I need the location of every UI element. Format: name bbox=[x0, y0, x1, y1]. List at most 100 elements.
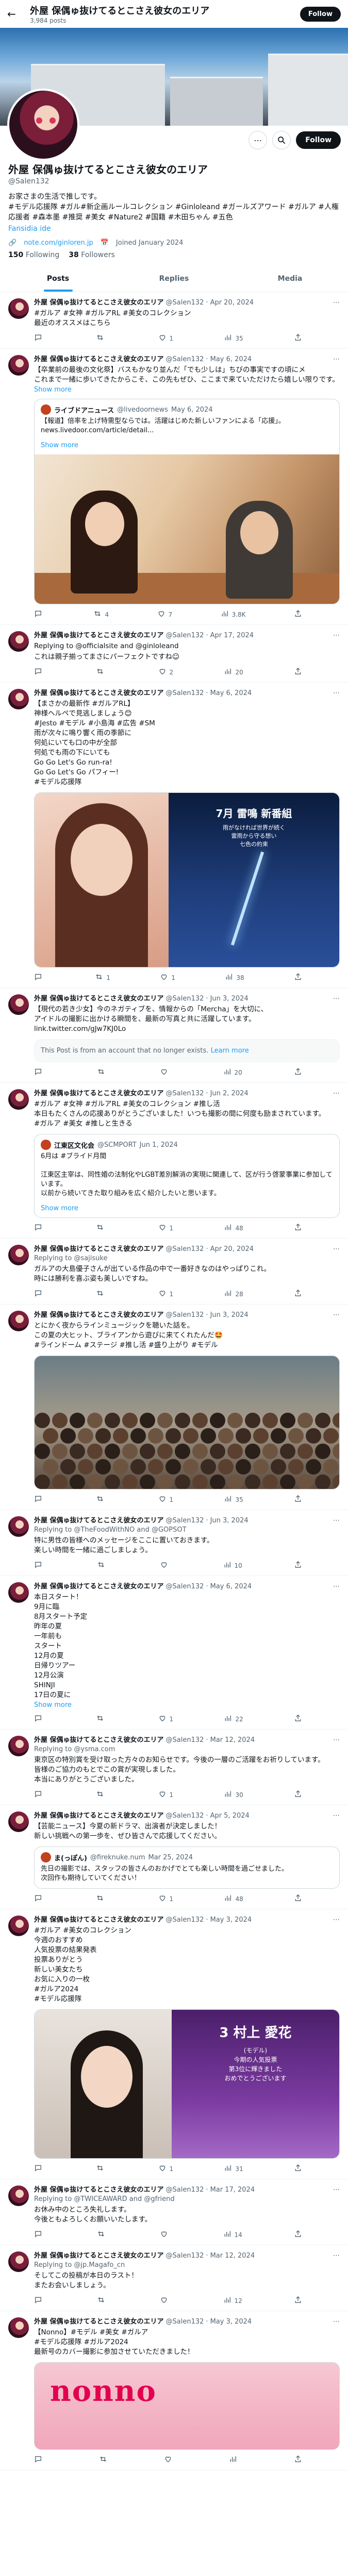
reply-button[interactable] bbox=[34, 1561, 45, 1570]
post-author-name[interactable]: 外屋 保偶ゅ抜けてるとこさえ彼女のエリア bbox=[34, 1245, 164, 1254]
post-image[interactable] bbox=[35, 454, 339, 604]
quoted-post[interactable]: ま(っぽん) @fireknuke.num Mar 25, 2024 先日の撮影では、… bbox=[34, 1846, 340, 1889]
share-button[interactable] bbox=[294, 973, 302, 982]
post[interactable]: 外屋 保偶ゅ抜けてるとこさえ彼女のエリア @Salen132 · Jun 3, 202… bbox=[0, 1304, 348, 1510]
reply-button[interactable] bbox=[34, 1894, 45, 1904]
repost-button[interactable]: 1 bbox=[95, 973, 110, 982]
repost-button[interactable] bbox=[96, 1790, 107, 1800]
repost-button[interactable] bbox=[97, 2296, 108, 2306]
views-button[interactable]: 30 bbox=[224, 1790, 243, 1800]
like-button[interactable]: 1 bbox=[158, 2164, 173, 2174]
like-button[interactable]: 1 bbox=[158, 1894, 173, 1904]
like-button[interactable]: 1 bbox=[158, 1223, 173, 1233]
reply-button[interactable] bbox=[34, 609, 45, 619]
post-date[interactable]: May 6, 2024 bbox=[210, 1582, 252, 1591]
following-stat[interactable]: 150 Following bbox=[8, 251, 59, 259]
post-date[interactable]: Mar 12, 2024 bbox=[210, 2251, 255, 2261]
views-button[interactable]: 38 bbox=[225, 973, 244, 982]
post-date[interactable]: Apr 20, 2024 bbox=[210, 1245, 254, 1254]
post-avatar[interactable] bbox=[8, 2317, 29, 2338]
share-button[interactable] bbox=[294, 1790, 302, 1800]
views-button[interactable]: 3.8K bbox=[221, 609, 246, 619]
post-avatar[interactable] bbox=[8, 1582, 29, 1603]
share-button[interactable] bbox=[294, 1223, 302, 1233]
views-button[interactable]: 48 bbox=[224, 1894, 243, 1904]
share-button[interactable] bbox=[294, 1067, 302, 1077]
post-avatar[interactable] bbox=[8, 689, 29, 709]
reply-to[interactable]: Replying to @sajisuke bbox=[34, 1254, 340, 1263]
share-button[interactable] bbox=[294, 609, 302, 619]
post-author-name[interactable]: 外屋 保偶ゅ抜けてるとこさえ彼女のエリア bbox=[34, 1582, 164, 1591]
reply-to[interactable]: Replying to @ysma.com bbox=[34, 1745, 340, 1754]
views-button[interactable]: 35 bbox=[224, 1495, 243, 1504]
repost-button[interactable] bbox=[96, 1714, 107, 1724]
search-icon[interactable] bbox=[272, 131, 291, 149]
quoted-post[interactable]: 江東区文化会 @SCMPORT Jun 1, 2024 6月は #ブライド月間 江東区… bbox=[34, 1134, 340, 1218]
more-icon[interactable]: ⋯ bbox=[333, 1916, 340, 1925]
post[interactable]: 外屋 保偶ゅ抜けてるとこさえ彼女のエリア @Salen132 · Apr 20, 20… bbox=[0, 1239, 348, 1304]
post-author-name[interactable]: 外屋 保偶ゅ抜けてるとこさえ彼女のエリア bbox=[34, 631, 164, 640]
post[interactable]: 外屋 保偶ゅ抜けてるとこさえ彼女のエリア @Salen132 · May 6, 202… bbox=[0, 349, 348, 625]
post-author-name[interactable]: 外屋 保偶ゅ抜けてるとこさえ彼女のエリア bbox=[34, 689, 164, 698]
post-author-name[interactable]: 外屋 保偶ゅ抜けてるとこさえ彼女のエリア bbox=[34, 1311, 164, 1320]
post[interactable]: 外屋 保偶ゅ抜けてるとこさえ彼女のエリア @Salen132 · May 6, 202… bbox=[0, 683, 348, 988]
like-button[interactable]: 1 bbox=[158, 1495, 173, 1504]
like-button[interactable]: 1 bbox=[160, 973, 175, 982]
repost-button[interactable]: 4 bbox=[93, 609, 109, 619]
more-icon[interactable]: ⋯ bbox=[333, 1582, 340, 1591]
views-button[interactable]: 14 bbox=[223, 2230, 242, 2240]
views-button[interactable]: 35 bbox=[224, 333, 243, 343]
reply-button[interactable] bbox=[34, 2230, 45, 2240]
post-avatar[interactable] bbox=[8, 1916, 29, 1936]
like-button[interactable]: 1 bbox=[158, 1289, 173, 1299]
more-icon[interactable]: ⋯ bbox=[333, 2251, 340, 2261]
reply-to[interactable]: Replying to @TWICEAWARD and @gfriend bbox=[34, 2195, 340, 2204]
follow-button[interactable]: Follow bbox=[296, 131, 341, 149]
post-date[interactable]: Jun 3, 2024 bbox=[210, 994, 248, 1004]
follow-button-top[interactable]: Follow bbox=[300, 6, 341, 22]
reply-button[interactable] bbox=[34, 667, 45, 677]
post-author-name[interactable]: 外屋 保偶ゅ抜けてるとこさえ彼女のエリア bbox=[34, 1811, 164, 1821]
post-author-name[interactable]: 外屋 保偶ゅ抜けてるとこさえ彼女のエリア bbox=[34, 2185, 164, 2195]
post-date[interactable]: Apr 20, 2024 bbox=[210, 298, 254, 308]
more-icon[interactable]: ⋯ bbox=[333, 1245, 340, 1254]
like-button[interactable]: 1 bbox=[158, 333, 173, 343]
more-icon[interactable]: ⋯ bbox=[333, 355, 340, 364]
post[interactable]: 外屋 保偶ゅ抜けてるとこさえ彼女のエリア @Salen132 · Apr 20, 20… bbox=[0, 292, 348, 349]
like-button[interactable] bbox=[164, 2455, 175, 2465]
like-button[interactable] bbox=[160, 2296, 171, 2306]
post[interactable]: 外屋 保偶ゅ抜けてるとこさえ彼女のエリア @Salen132 · Apr 17, 20… bbox=[0, 625, 348, 683]
post-avatar[interactable] bbox=[8, 1245, 29, 1265]
post-avatar[interactable] bbox=[8, 298, 29, 319]
views-button[interactable]: 10 bbox=[223, 1561, 242, 1570]
followers-stat[interactable]: 38 Followers bbox=[69, 251, 115, 259]
post-avatar[interactable] bbox=[8, 355, 29, 376]
views-button[interactable]: 31 bbox=[224, 2164, 243, 2174]
post-avatar[interactable] bbox=[8, 1516, 29, 1537]
post-author-name[interactable]: 外屋 保偶ゅ抜けてるとこさえ彼女のエリア bbox=[34, 1736, 164, 1745]
like-button[interactable] bbox=[160, 2230, 171, 2240]
post-date[interactable]: May 6, 2024 bbox=[210, 355, 252, 364]
quote-show-more[interactable]: Show more bbox=[35, 1205, 339, 1217]
arrow-left-icon[interactable]: ← bbox=[7, 8, 19, 20]
more-icon[interactable]: ⋯ bbox=[333, 1516, 340, 1526]
reply-button[interactable] bbox=[34, 1223, 45, 1233]
post-date[interactable]: May 6, 2024 bbox=[210, 689, 252, 698]
more-icon[interactable]: ⋯ bbox=[333, 1736, 340, 1745]
post-date[interactable]: Mar 17, 2024 bbox=[210, 2185, 255, 2195]
like-button[interactable]: 1 bbox=[158, 1714, 173, 1724]
post[interactable]: 外屋 保偶ゅ抜けてるとこさえ彼女のエリア @Salen132 · Mar 17, 20… bbox=[0, 2179, 348, 2245]
post-image[interactable]: nonno bbox=[34, 2362, 340, 2450]
post-author-name[interactable]: 外屋 保偶ゅ抜けてるとこさえ彼女のエリア bbox=[34, 355, 164, 364]
more-icon[interactable]: ⋯ bbox=[333, 298, 340, 308]
post-avatar[interactable] bbox=[8, 631, 29, 652]
share-button[interactable] bbox=[294, 1894, 302, 1904]
share-button[interactable] bbox=[294, 667, 302, 677]
like-button[interactable]: 7 bbox=[157, 609, 172, 619]
reply-button[interactable] bbox=[34, 2296, 45, 2306]
share-button[interactable] bbox=[294, 1495, 302, 1504]
views-button[interactable]: 28 bbox=[224, 1289, 243, 1299]
reply-button[interactable] bbox=[34, 2164, 45, 2174]
repost-button[interactable] bbox=[96, 667, 107, 677]
post-date[interactable]: Apr 17, 2024 bbox=[210, 631, 254, 640]
